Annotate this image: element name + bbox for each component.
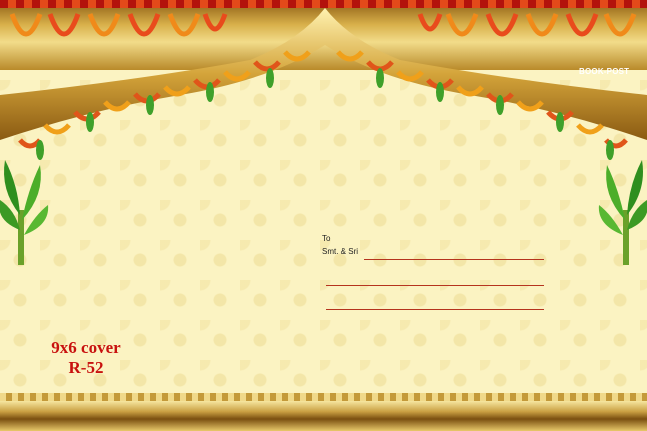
top-left-garlands [9,13,228,37]
book-post-label: BOOK-POST [579,67,630,76]
arch-decoration [0,8,647,160]
size-label: 9x6 cover [51,338,121,357]
wedding-envelope-cover: BOOK-POST To Smt. & Sri 9x6 cover R-52 [0,0,647,431]
top-right-garlands [417,13,637,37]
code-label: R-52 [68,358,104,377]
address-block: To Smt. & Sri [322,234,552,310]
bottom-gold-band [0,393,647,431]
address-line-2 [326,285,544,286]
banana-plant-left [0,160,49,265]
banana-plant-right [598,160,647,265]
recipient-label: Smt. & Sri [322,247,359,256]
to-label: To [322,234,331,243]
product-label: 9x6 cover R-52 [30,338,142,378]
address-line-3 [326,309,544,310]
address-line-1 [364,259,544,260]
